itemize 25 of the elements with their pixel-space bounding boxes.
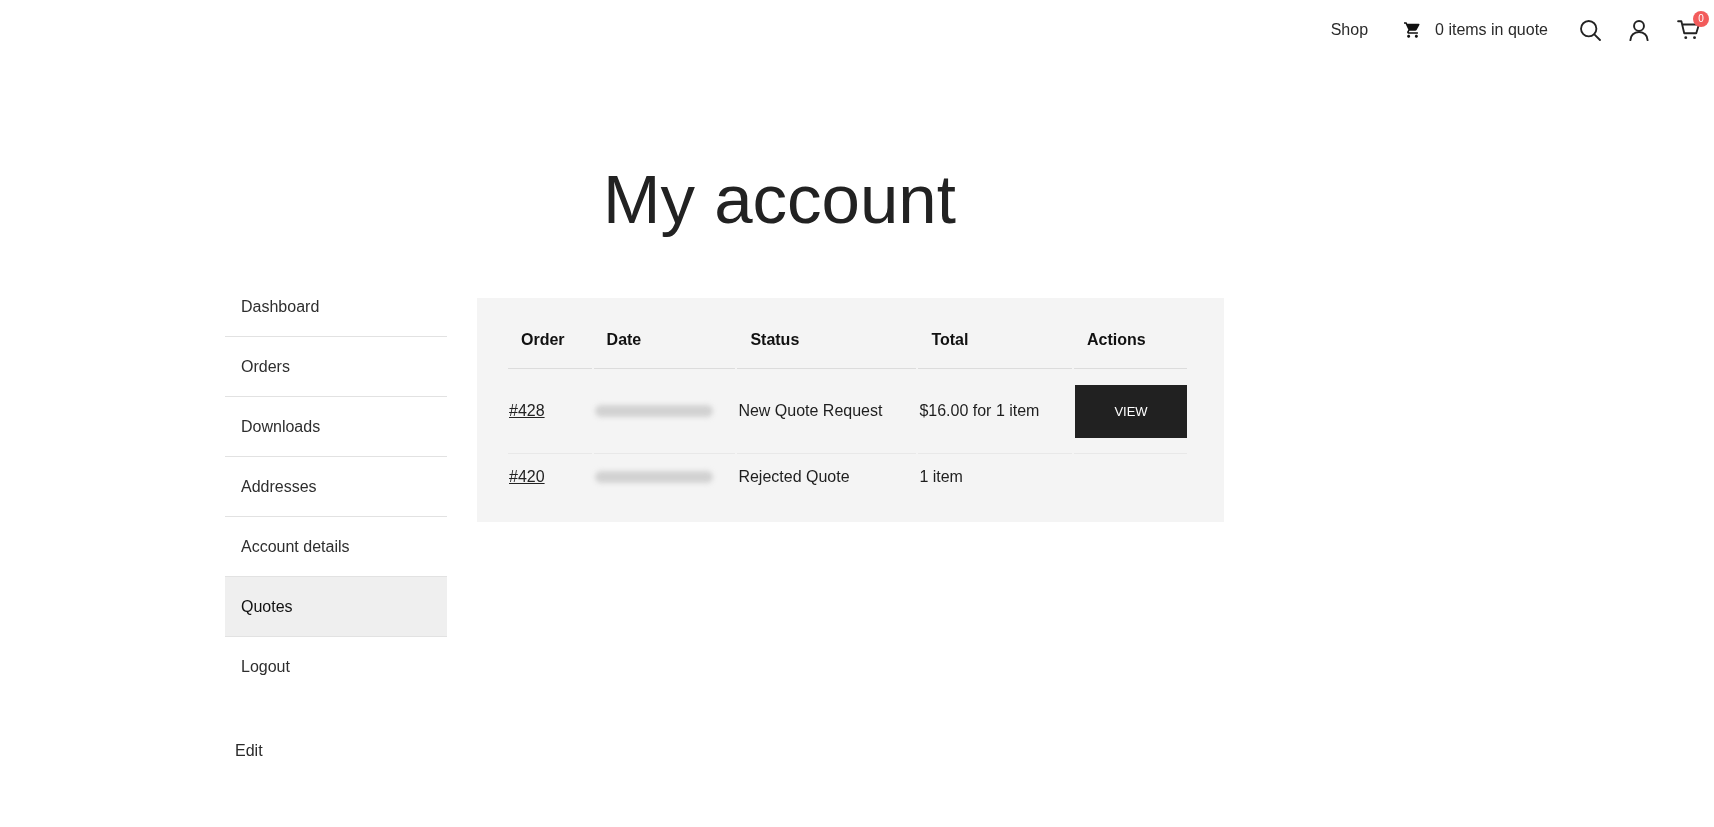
cart-count-badge: 0: [1693, 11, 1709, 27]
cart-icon: [1677, 20, 1700, 40]
view-button[interactable]: VIEW: [1075, 384, 1187, 438]
table-cell: $16.00 for 1 item: [919, 402, 1040, 419]
search-button[interactable]: [1580, 19, 1601, 41]
column-header: Actions: [1074, 311, 1187, 369]
edit-link[interactable]: Edit: [235, 742, 263, 759]
cart-button[interactable]: [1677, 20, 1700, 40]
shop-link[interactable]: Shop: [1330, 21, 1369, 39]
page-title: My account: [603, 160, 956, 240]
account-button[interactable]: [1629, 19, 1649, 41]
table-cell: New Quote Request: [738, 402, 883, 419]
quote-link[interactable]: 0 items in quote: [1404, 21, 1548, 39]
column-header: Status: [737, 311, 917, 369]
table-cell: Rejected Quote: [738, 467, 850, 485]
column-header: Order: [508, 311, 592, 369]
table-cell: 1 item: [919, 467, 963, 485]
column-header: Total: [918, 311, 1072, 369]
order-link[interactable]: #420: [509, 467, 545, 485]
sidebar-item[interactable]: Quotes: [225, 577, 447, 637]
user-icon: [1629, 19, 1649, 41]
column-header: Date: [593, 311, 736, 369]
order-link[interactable]: #428: [509, 402, 545, 419]
search-icon: [1580, 19, 1601, 41]
cart-icon: [1404, 22, 1422, 38]
